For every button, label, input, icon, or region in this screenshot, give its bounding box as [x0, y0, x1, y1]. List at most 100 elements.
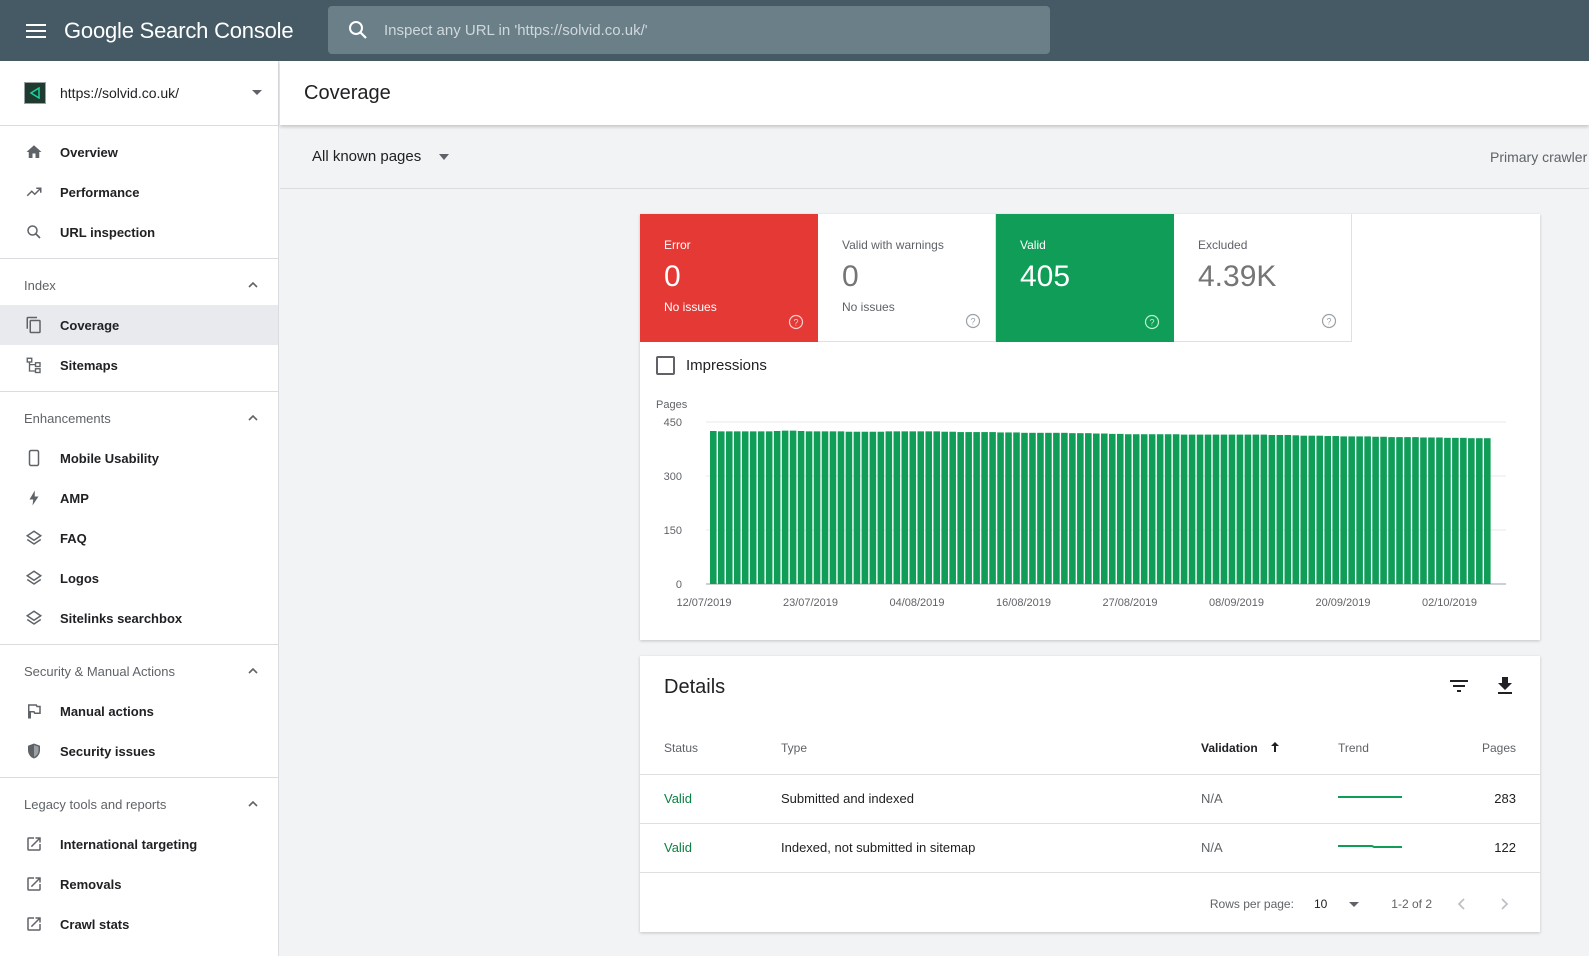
tile-value: 405 [1020, 260, 1071, 293]
url-inspection-search[interactable] [328, 6, 1050, 54]
nav-heading-enhancements[interactable]: Enhancements [0, 398, 278, 438]
chart-bar [925, 431, 933, 584]
sidebar-item-coverage[interactable]: Coverage [0, 305, 278, 345]
tile-subtext: No issues [664, 300, 717, 314]
column-header-pages[interactable]: Pages [1458, 722, 1540, 775]
valid-with-warnings-tile[interactable]: Valid with warnings 0 No issues ? [818, 214, 996, 342]
chart-bar [877, 431, 885, 584]
row-trend [1338, 823, 1458, 873]
layers-icon [24, 608, 44, 628]
sidebar-item-label: Crawl stats [60, 916, 130, 932]
table-pagination: Rows per page: 10 1-2 of 2 [640, 876, 1540, 932]
column-header-status[interactable]: Status [640, 722, 781, 775]
sidebar-item-security-issues[interactable]: Security issues [0, 731, 278, 771]
error-tile[interactable]: Error 0 No issues ? [640, 214, 818, 342]
table-row[interactable]: Valid Submitted and indexed N/A 283 [640, 774, 1540, 824]
chart-bar [917, 431, 925, 584]
download-icon[interactable] [1493, 674, 1517, 698]
sidebar-item-sitemaps[interactable]: Sitemaps [0, 345, 278, 385]
property-url: https://solvid.co.uk/ [60, 85, 180, 101]
chevron-right-icon [1501, 898, 1509, 910]
chevron-left-icon [1457, 898, 1465, 910]
impressions-toggle[interactable]: Impressions [656, 356, 767, 375]
chart-bar [1396, 437, 1403, 584]
y-tick-label: 300 [664, 471, 682, 483]
chart-bar [797, 431, 805, 584]
rows-per-page-select[interactable]: 10 [1314, 897, 1360, 911]
row-status: Valid [640, 823, 781, 873]
nav-heading-security[interactable]: Security & Manual Actions [0, 651, 278, 691]
filter-bar: All known pages Primary crawler [280, 125, 1589, 189]
sidebar-item-label: AMP [60, 490, 89, 506]
search-input[interactable] [384, 21, 1024, 39]
chart-bar [813, 431, 821, 584]
chart-bar [1029, 432, 1036, 584]
external-link-icon [24, 914, 44, 934]
sidebar-item-label: Sitelinks searchbox [60, 610, 183, 626]
chart-bar [1412, 437, 1419, 584]
excluded-tile[interactable]: Excluded 4.39K ? [1174, 214, 1352, 342]
sidebar-item-international-targeting[interactable]: International targeting [0, 824, 278, 864]
chart-bar [981, 432, 988, 584]
chart-bar [1452, 437, 1459, 584]
sidebar-item-amp[interactable]: AMP [0, 478, 278, 518]
sidebar-item-manual-actions[interactable]: Manual actions [0, 691, 278, 731]
nav-heading-index[interactable]: Index [0, 265, 278, 305]
chart-bar [1236, 434, 1244, 584]
svg-text:?: ? [793, 317, 798, 327]
help-icon[interactable]: ? [1321, 313, 1337, 329]
chart-bar [1260, 434, 1268, 584]
chart-bar [1444, 437, 1451, 584]
x-tick-label: 08/09/2019 [1209, 597, 1264, 609]
sidebar-item-crawl-stats[interactable]: Crawl stats [0, 904, 278, 944]
nav-group-security: Security & Manual Actions Manual actions… [0, 645, 278, 778]
next-page-button[interactable] [1492, 892, 1516, 916]
sidebar-item-label: Sitemaps [60, 357, 118, 373]
sidebar-item-removals[interactable]: Removals [0, 864, 278, 904]
impressions-label: Impressions [686, 357, 767, 374]
valid-tile[interactable]: Valid 405 ? [996, 214, 1174, 342]
filter-icon[interactable] [1447, 674, 1471, 698]
sidebar-item-url-inspection[interactable]: URL inspection [0, 212, 278, 252]
column-header-validation[interactable]: Validation [1201, 722, 1338, 775]
row-trend [1338, 774, 1458, 824]
chart-bar [949, 431, 956, 584]
column-header-trend[interactable]: Trend [1338, 722, 1458, 775]
chevron-up-icon [248, 667, 258, 674]
pages-filter-dropdown[interactable]: All known pages [312, 148, 450, 165]
page-title: Coverage [304, 81, 391, 104]
tile-label: Error [664, 238, 691, 252]
nav-heading-label: Legacy tools and reports [24, 796, 167, 812]
help-icon[interactable]: ? [788, 314, 804, 330]
copy-icon [24, 315, 44, 335]
impressions-checkbox[interactable] [656, 356, 675, 375]
sidebar-item-faq[interactable]: FAQ [0, 518, 278, 558]
status-tiles: Error 0 No issues ? Valid with warnings … [640, 214, 1540, 342]
previous-page-button[interactable] [1450, 892, 1474, 916]
chart-bar [1005, 432, 1012, 584]
sidebar-item-mobile-usability[interactable]: Mobile Usability [0, 438, 278, 478]
sidebar-item-label: Logos [60, 570, 99, 586]
layers-icon [24, 568, 44, 588]
sidebar-item-sitelinks-searchbox[interactable]: Sitelinks searchbox [0, 598, 278, 638]
sidebar-item-overview[interactable]: Overview [0, 132, 278, 172]
nav-group-legacy: Legacy tools and reports International t… [0, 778, 278, 950]
app-logo[interactable]: Google Search Console [64, 18, 294, 44]
row-validation: N/A [1201, 823, 1338, 873]
chart-bar [1436, 437, 1443, 584]
sidebar-item-logos[interactable]: Logos [0, 558, 278, 598]
table-row[interactable]: Valid Indexed, not submitted in sitemap … [640, 823, 1540, 873]
rows-per-page-label: Rows per page: [1209, 897, 1294, 911]
property-selector[interactable]: https://solvid.co.uk/ [0, 61, 278, 126]
column-header-type[interactable]: Type [781, 722, 1201, 775]
help-icon[interactable]: ? [1144, 314, 1160, 330]
chart-bar [1252, 434, 1260, 584]
chart-bar [997, 432, 1004, 584]
chart-bar [1244, 434, 1252, 584]
menu-icon[interactable] [22, 17, 50, 45]
chart-bar [1292, 435, 1300, 584]
nav-heading-legacy[interactable]: Legacy tools and reports [0, 784, 278, 824]
tile-value: 4.39K [1198, 260, 1277, 293]
help-icon[interactable]: ? [965, 313, 981, 329]
sidebar-item-performance[interactable]: Performance [0, 172, 278, 212]
